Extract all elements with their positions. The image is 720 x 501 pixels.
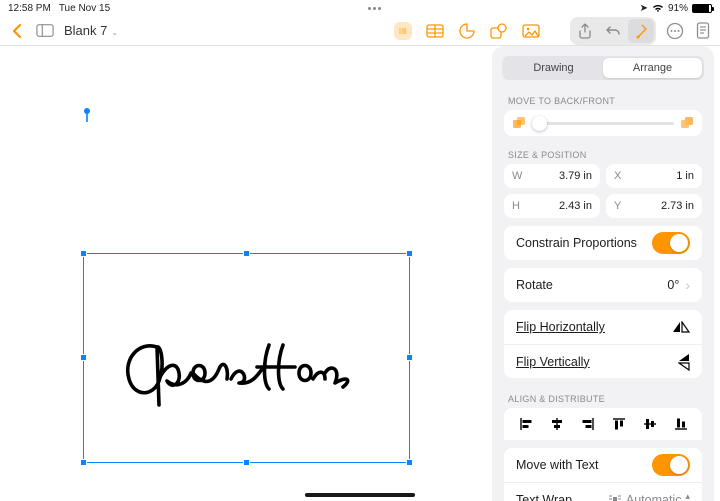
inspector-tabs[interactable]: Drawing Arrange	[502, 56, 704, 80]
section-align-label: Align & Distribute	[492, 386, 714, 408]
text-wrap-value: Automatic	[626, 493, 682, 501]
align-bottom-icon[interactable]	[672, 417, 690, 431]
slider-thumb[interactable]	[532, 116, 547, 131]
resize-handle[interactable]	[80, 250, 87, 257]
section-layer-label: Move to Back/Front	[492, 88, 714, 110]
resize-handle[interactable]	[243, 459, 250, 466]
status-time: 12:58 PM	[8, 3, 51, 14]
height-field[interactable]: H2.43 in	[504, 194, 600, 218]
constrain-toggle[interactable]	[652, 232, 690, 254]
move-with-text-row[interactable]: Move with Text	[504, 448, 702, 482]
toolbar: Blank 7⌄	[0, 16, 720, 46]
chart-button[interactable]	[458, 22, 476, 40]
constrain-proportions-row[interactable]: Constrain Proportions	[504, 226, 702, 260]
chevron-down-icon: ⌄	[111, 28, 118, 37]
align-buttons	[504, 408, 702, 440]
resize-handle[interactable]	[80, 354, 87, 361]
flip-vertical-icon	[678, 353, 690, 371]
right-toolbar-group	[570, 17, 656, 45]
wifi-icon	[652, 4, 664, 13]
share-button[interactable]	[572, 19, 598, 43]
text-wrap-row[interactable]: Text Wrap Automatic ▴▾	[504, 482, 702, 501]
text-wrap-thumb-icon	[608, 494, 622, 501]
back-button[interactable]	[8, 22, 26, 40]
shape-button[interactable]	[490, 22, 508, 40]
document-title[interactable]: Blank 7⌄	[64, 23, 118, 38]
document-settings-button[interactable]	[694, 22, 712, 40]
battery-icon	[692, 4, 712, 13]
format-brush-button[interactable]	[628, 19, 654, 43]
rotate-value: 0°	[667, 278, 679, 292]
x-field[interactable]: X1 in	[606, 164, 702, 188]
status-date: Tue Nov 15	[59, 3, 110, 14]
status-bar: 12:58 PM Tue Nov 15 ➤ 91%	[0, 0, 720, 16]
battery-percent: 91%	[668, 3, 688, 14]
text-cursor	[83, 108, 91, 122]
list-view-button[interactable]	[394, 22, 412, 40]
resize-handle[interactable]	[406, 354, 413, 361]
move-with-text-toggle[interactable]	[652, 454, 690, 476]
flip-vertical-row[interactable]: Flip Vertically	[504, 344, 702, 378]
align-center-v-icon[interactable]	[641, 417, 659, 431]
rotate-row[interactable]: Rotate 0°›	[504, 268, 702, 302]
layer-order-slider[interactable]	[504, 110, 702, 136]
undo-button[interactable]	[600, 19, 626, 43]
send-to-back-icon[interactable]	[512, 116, 526, 130]
resize-handle[interactable]	[243, 250, 250, 257]
media-button[interactable]	[522, 22, 540, 40]
resize-handle[interactable]	[80, 459, 87, 466]
home-indicator[interactable]	[305, 493, 415, 497]
more-button[interactable]	[666, 22, 684, 40]
resize-handle[interactable]	[406, 459, 413, 466]
width-field[interactable]: W3.79 in	[504, 164, 600, 188]
flip-horizontal-icon	[672, 321, 690, 333]
chevron-right-icon: ›	[685, 277, 690, 293]
align-top-icon[interactable]	[610, 417, 628, 431]
selected-drawing[interactable]	[83, 253, 410, 463]
tab-drawing[interactable]: Drawing	[504, 58, 603, 78]
updown-icon: ▴▾	[685, 493, 690, 501]
multitask-dots[interactable]	[368, 7, 381, 10]
tab-arrange[interactable]: Arrange	[603, 58, 702, 78]
table-button[interactable]	[426, 22, 444, 40]
sidebar-toggle-icon[interactable]	[36, 22, 54, 40]
format-inspector: Drawing Arrange Move to Back/Front Size …	[492, 46, 714, 501]
align-center-h-icon[interactable]	[548, 417, 566, 431]
location-icon: ➤	[640, 3, 648, 14]
bring-to-front-icon[interactable]	[680, 116, 694, 130]
align-left-icon[interactable]	[517, 417, 535, 431]
y-field[interactable]: Y2.73 in	[606, 194, 702, 218]
resize-handle[interactable]	[406, 250, 413, 257]
flip-horizontal-row[interactable]: Flip Horizontally	[504, 310, 702, 344]
section-size-label: Size & Position	[492, 142, 714, 164]
signature-drawing	[119, 339, 359, 409]
align-right-icon[interactable]	[579, 417, 597, 431]
